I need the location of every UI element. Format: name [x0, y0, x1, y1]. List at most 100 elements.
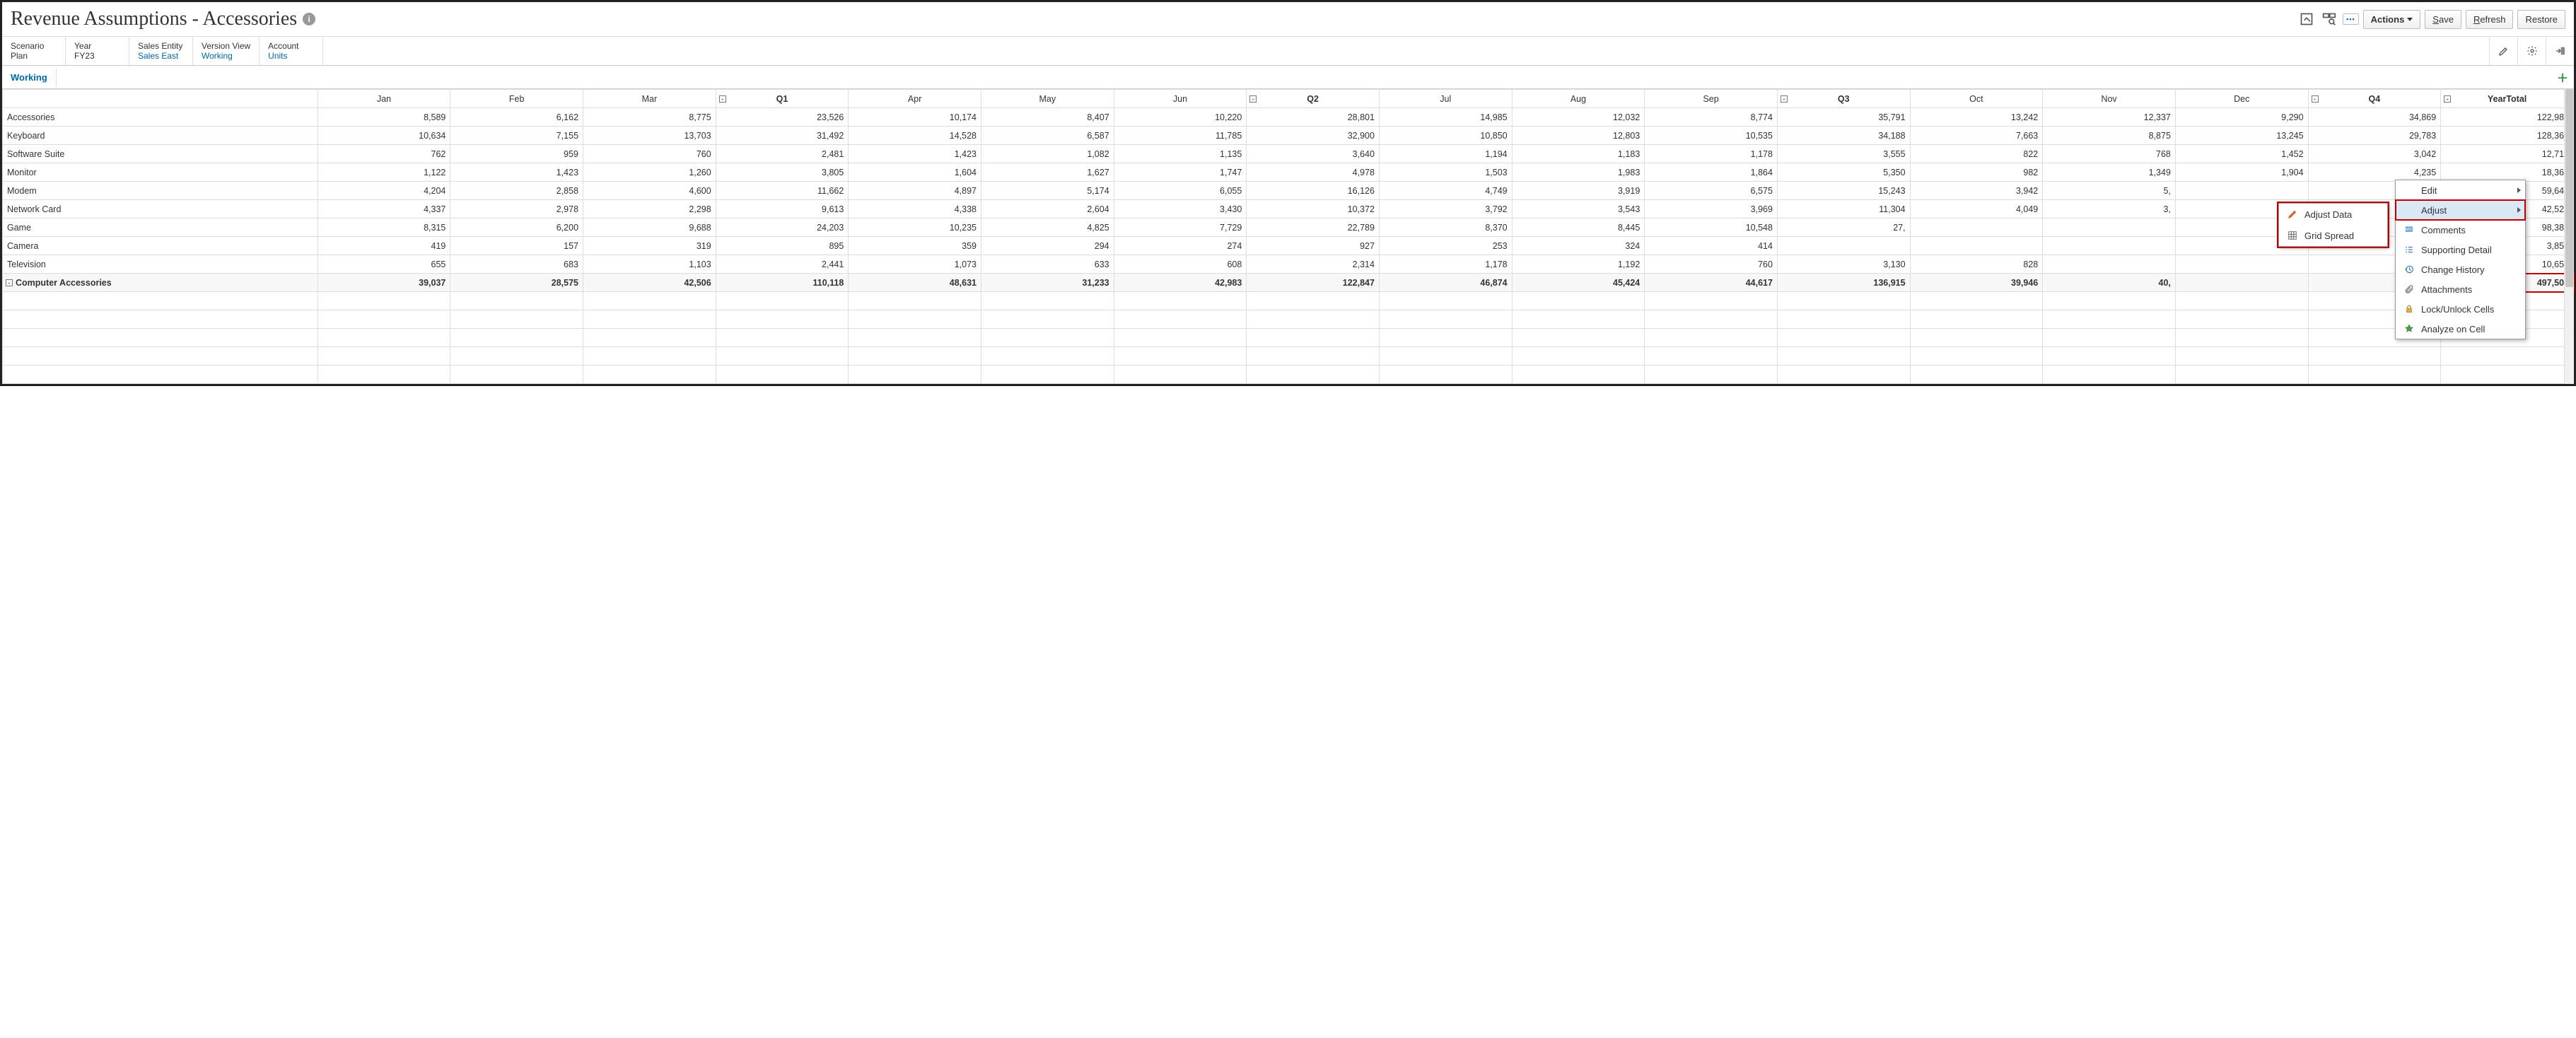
grid-cell[interactable]: 12,718	[2441, 145, 2574, 163]
grid-cell[interactable]: 6,200	[450, 218, 583, 237]
column-header-yeartotal[interactable]: -YearTotal	[2441, 90, 2574, 108]
grid-cell[interactable]: 3,792	[1379, 200, 1512, 218]
pov-settings-icon[interactable]	[2517, 37, 2546, 65]
grid-cell[interactable]: 2,858	[450, 182, 583, 200]
grid-cell[interactable]	[981, 310, 1114, 329]
grid-cell[interactable]	[1512, 310, 1645, 329]
row-header[interactable]: Accessories	[3, 108, 318, 127]
grid-cell[interactable]	[2175, 182, 2308, 200]
grid-cell[interactable]: 1,503	[1379, 163, 1512, 182]
grid-cell[interactable]: 12,337	[2043, 108, 2176, 127]
grid-cell[interactable]	[583, 347, 716, 366]
grid-cell[interactable]: 1,183	[1512, 145, 1645, 163]
grid-cell[interactable]	[1910, 237, 2043, 255]
grid-cell[interactable]	[1114, 329, 1247, 347]
grid-cell[interactable]: 44,617	[1645, 274, 1778, 292]
grid-cell[interactable]	[317, 366, 450, 384]
grid-cell[interactable]: 414	[1645, 237, 1778, 255]
column-header-may[interactable]: May	[981, 90, 1114, 108]
actions-button[interactable]: Actions	[2363, 10, 2421, 29]
column-header-feb[interactable]: Feb	[450, 90, 583, 108]
grid-cell[interactable]: 14,528	[849, 127, 981, 145]
grid-cell[interactable]	[1512, 366, 1645, 384]
find-icon[interactable]	[2320, 10, 2338, 28]
grid-cell[interactable]: 5,	[2043, 182, 2176, 200]
collapse-icon[interactable]: -	[719, 95, 726, 103]
save-button[interactable]: Save	[2425, 10, 2461, 29]
collapse-icon[interactable]: -	[2312, 95, 2319, 103]
grid-cell[interactable]	[1910, 292, 2043, 310]
grid-cell[interactable]: 1,194	[1379, 145, 1512, 163]
grid-cell[interactable]	[1379, 329, 1512, 347]
grid-cell[interactable]: 683	[450, 255, 583, 274]
grid-cell[interactable]: 42,506	[583, 274, 716, 292]
column-header-q4[interactable]: -Q4	[2308, 90, 2441, 108]
grid-cell[interactable]	[849, 292, 981, 310]
grid-cell[interactable]: 822	[1910, 145, 2043, 163]
grid-cell[interactable]: 1,423	[849, 145, 981, 163]
grid-cell[interactable]: 10,372	[1247, 200, 1380, 218]
grid-cell[interactable]: 4,204	[317, 182, 450, 200]
grid-cell[interactable]	[1114, 347, 1247, 366]
row-header[interactable]: Monitor	[3, 163, 318, 182]
row-header[interactable]: Television	[3, 255, 318, 274]
grid-cell[interactable]	[1379, 310, 1512, 329]
grid-cell[interactable]: 13,245	[2175, 127, 2308, 145]
row-header[interactable]: Network Card	[3, 200, 318, 218]
grid-cell[interactable]	[2308, 366, 2441, 384]
grid-cell[interactable]	[2175, 310, 2308, 329]
grid-cell[interactable]: 10,850	[1379, 127, 1512, 145]
grid-cell[interactable]	[1114, 366, 1247, 384]
grid-cell[interactable]: 1,983	[1512, 163, 1645, 182]
grid-cell[interactable]: 22,789	[1247, 218, 1380, 237]
grid-cell[interactable]	[1379, 347, 1512, 366]
grid-cell[interactable]: 1,122	[317, 163, 450, 182]
grid-cell[interactable]	[2043, 347, 2176, 366]
grid-cell[interactable]	[1777, 347, 1910, 366]
grid-cell[interactable]	[716, 347, 849, 366]
grid-cell[interactable]	[1777, 310, 1910, 329]
grid-cell[interactable]	[583, 366, 716, 384]
adjust-submenu[interactable]: Adjust DataGrid Spread	[2278, 203, 2388, 247]
column-header-nov[interactable]: Nov	[2043, 90, 2176, 108]
grid-cell[interactable]: 45,424	[1512, 274, 1645, 292]
row-header-total[interactable]: -Computer Accessories	[3, 274, 318, 292]
grid-cell[interactable]: 7,729	[1114, 218, 1247, 237]
grid-cell[interactable]	[2043, 310, 2176, 329]
column-header-q3[interactable]: -Q3	[1777, 90, 1910, 108]
scrollbar-thumb[interactable]	[2565, 89, 2573, 287]
row-header[interactable]: Software Suite	[3, 145, 318, 163]
grid-cell[interactable]	[450, 366, 583, 384]
grid-cell[interactable]: 2,314	[1247, 255, 1380, 274]
pov-value[interactable]: Working	[202, 51, 250, 61]
grid-cell[interactable]	[2308, 347, 2441, 366]
grid-cell[interactable]: 5,350	[1777, 163, 1910, 182]
grid-cell[interactable]: 3,805	[716, 163, 849, 182]
grid-cell[interactable]: 4,337	[317, 200, 450, 218]
column-header-mar[interactable]: Mar	[583, 90, 716, 108]
grid-cell[interactable]: 8,315	[317, 218, 450, 237]
format-toggle-icon[interactable]: •••	[2343, 13, 2358, 25]
pov-dock-icon[interactable]	[2546, 37, 2574, 65]
menu-item-supporting-detail[interactable]: Supporting Detail	[2396, 240, 2525, 260]
grid-cell[interactable]: 762	[317, 145, 450, 163]
column-header-dec[interactable]: Dec	[2175, 90, 2308, 108]
grid-cell[interactable]	[1910, 310, 2043, 329]
column-header-apr[interactable]: Apr	[849, 90, 981, 108]
grid-cell[interactable]: 39,037	[317, 274, 450, 292]
grid-cell[interactable]: 3,130	[1777, 255, 1910, 274]
grid-cell[interactable]: 10,235	[849, 218, 981, 237]
grid-cell[interactable]	[2175, 255, 2308, 274]
grid-cell[interactable]: 3,042	[2308, 145, 2441, 163]
column-header-oct[interactable]: Oct	[1910, 90, 2043, 108]
grid-cell[interactable]	[1645, 366, 1778, 384]
grid-cell[interactable]	[2043, 366, 2176, 384]
grid-cell[interactable]	[1247, 347, 1380, 366]
grid-cell[interactable]	[2043, 237, 2176, 255]
grid-cell[interactable]	[1247, 292, 1380, 310]
grid-cell[interactable]: 10,535	[1645, 127, 1778, 145]
column-header-jun[interactable]: Jun	[1114, 90, 1247, 108]
grid-cell[interactable]: 1,864	[1645, 163, 1778, 182]
grid-cell[interactable]: 828	[1910, 255, 2043, 274]
grid-cell[interactable]	[1910, 366, 2043, 384]
